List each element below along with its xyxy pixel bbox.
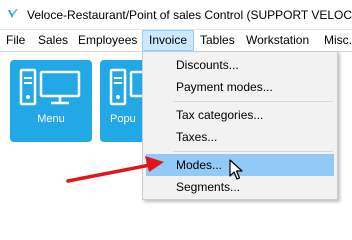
menu-separator	[173, 101, 333, 102]
window-title: Veloce-Restaurant/Point of sales Control…	[27, 8, 352, 22]
menu-item-payment-modes[interactable]: Payment modes...	[146, 76, 334, 98]
menu-invoice[interactable]: Invoice	[142, 30, 195, 51]
menu-item-tax-categories[interactable]: Tax categories...	[146, 104, 334, 126]
menu-item-taxes[interactable]: Taxes...	[146, 126, 334, 148]
menu-tables[interactable]: Tables	[194, 30, 241, 51]
menu-employees[interactable]: Employees	[72, 30, 143, 51]
menu-sales[interactable]: Sales	[32, 30, 74, 51]
menu-misc[interactable]: Misc.	[318, 30, 352, 51]
title-bar: Veloce-Restaurant/Point of sales Control…	[0, 0, 352, 30]
menu-file[interactable]: File	[0, 30, 31, 51]
veloce-logo-icon	[8, 9, 18, 18]
menu-separator	[173, 151, 333, 152]
menu-tile-label: Menu	[37, 113, 65, 125]
menu-item-discounts[interactable]: Discounts...	[146, 54, 334, 76]
menu-tile[interactable]: Menu	[10, 60, 92, 142]
computer-terminal-icon	[19, 68, 81, 106]
menu-workstation[interactable]: Workstation	[240, 30, 315, 51]
mouse-cursor-icon	[229, 159, 243, 180]
menu-bar: File Sales Employees Invoice Tables Work…	[0, 30, 352, 52]
